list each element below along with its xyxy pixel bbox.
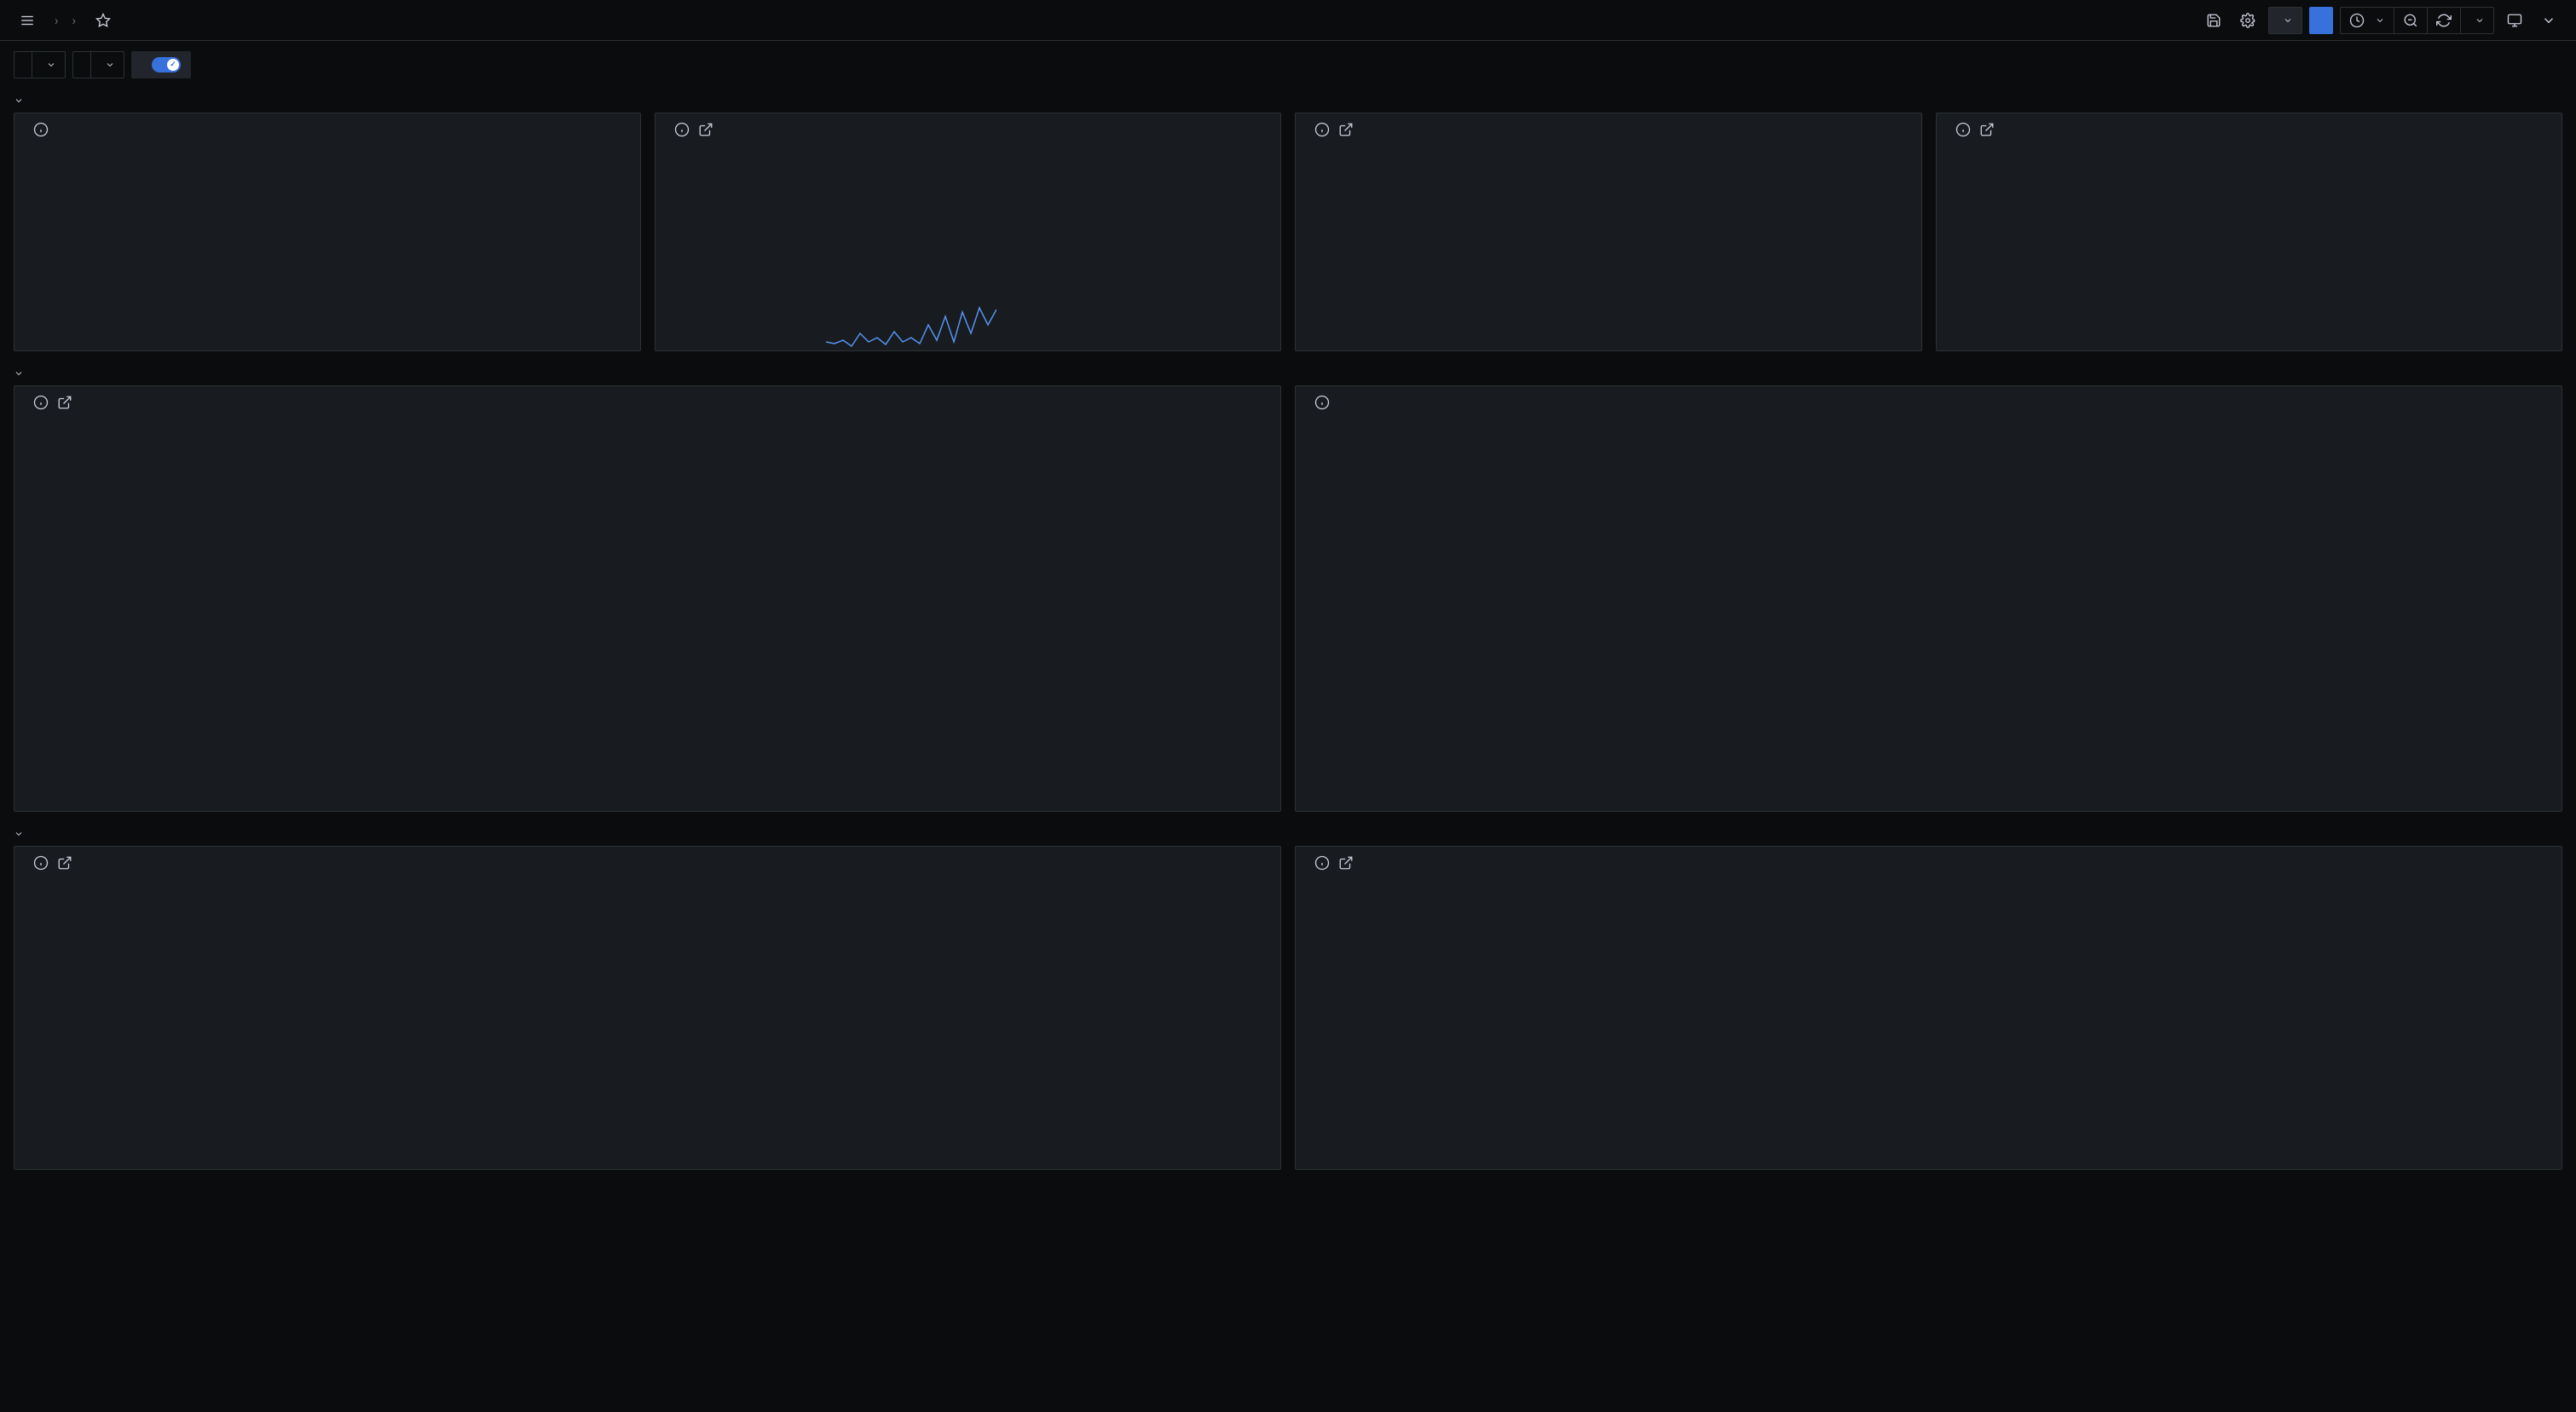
external-link-icon[interactable] bbox=[1338, 855, 1354, 871]
legend-header-max[interactable] bbox=[648, 804, 964, 811]
legend-table bbox=[14, 804, 1280, 811]
legend-header-name[interactable] bbox=[1296, 804, 1549, 811]
legend-header-min[interactable] bbox=[2308, 804, 2562, 811]
external-link-icon[interactable] bbox=[1338, 122, 1354, 137]
chart-thread-activity[interactable] bbox=[1337, 422, 2555, 801]
zoom-out-icon bbox=[2403, 13, 2418, 28]
save-dashboard-button[interactable] bbox=[2200, 7, 2227, 34]
row-collapse-table-locks[interactable] bbox=[14, 822, 2562, 846]
settings-button[interactable] bbox=[2234, 7, 2261, 34]
monitor-icon bbox=[2507, 13, 2522, 28]
chart-questions[interactable] bbox=[55, 882, 1274, 1166]
info-icon[interactable] bbox=[674, 122, 690, 137]
chevron-down-icon bbox=[105, 60, 115, 70]
panel-current-qps bbox=[655, 113, 1282, 351]
panel-mysql-uptime bbox=[14, 113, 641, 351]
expand-button[interactable] bbox=[2535, 7, 2562, 34]
host-picker[interactable] bbox=[72, 51, 124, 78]
legend-header-last[interactable] bbox=[1802, 804, 2055, 811]
row-collapse-connections[interactable] bbox=[14, 362, 2562, 385]
annotations-toggle-row bbox=[131, 51, 191, 78]
interval-label bbox=[14, 52, 32, 78]
time-picker bbox=[2340, 7, 2494, 34]
external-link-icon[interactable] bbox=[1979, 122, 1995, 137]
legend-header-mean[interactable] bbox=[1612, 1162, 1928, 1169]
legend-header-mean[interactable] bbox=[331, 804, 647, 811]
external-link-icon[interactable] bbox=[698, 122, 713, 137]
star-icon bbox=[95, 13, 111, 28]
info-icon[interactable] bbox=[1314, 122, 1330, 137]
tv-mode-button[interactable] bbox=[2501, 7, 2528, 34]
panel-innodb-buffer-pool-size bbox=[1295, 113, 1922, 351]
info-icon[interactable] bbox=[33, 395, 49, 410]
variable-toolbar bbox=[0, 41, 2576, 89]
external-link-icon[interactable] bbox=[57, 855, 72, 871]
legend-header-min[interactable] bbox=[2245, 1162, 2562, 1169]
info-icon[interactable] bbox=[1314, 855, 1330, 871]
legend-header-min[interactable] bbox=[964, 804, 1280, 811]
top-nav-bar: › › bbox=[0, 0, 2576, 41]
legend-table bbox=[1296, 804, 2562, 811]
chevron-down-icon bbox=[14, 368, 24, 379]
panel-mysql-thread-cache bbox=[1295, 846, 2562, 1170]
refresh-icon bbox=[2436, 13, 2452, 28]
chart-connections[interactable] bbox=[55, 422, 1274, 801]
refresh-button[interactable] bbox=[2428, 8, 2461, 33]
add-button[interactable] bbox=[2268, 7, 2302, 34]
legend-header-max[interactable] bbox=[2055, 804, 2308, 811]
sparkline bbox=[656, 299, 996, 350]
zoom-out-button[interactable] bbox=[2394, 8, 2428, 33]
info-icon[interactable] bbox=[1955, 122, 1971, 137]
share-button[interactable] bbox=[2309, 7, 2333, 34]
external-link-icon[interactable] bbox=[57, 395, 72, 410]
legend-table bbox=[1296, 1162, 2562, 1169]
panel-mysql-questions bbox=[14, 846, 1281, 1170]
chevron-down-icon bbox=[46, 60, 56, 70]
chevron-down-icon bbox=[2375, 15, 2385, 26]
info-icon[interactable] bbox=[33, 122, 49, 137]
chevron-down-icon bbox=[2475, 15, 2485, 26]
legend-header-max[interactable] bbox=[1929, 1162, 2245, 1169]
chevron-down-icon bbox=[2541, 13, 2556, 28]
legend-header-name[interactable] bbox=[14, 804, 331, 811]
breadcrumb-sep: › bbox=[72, 13, 77, 28]
chevron-down-icon bbox=[14, 829, 24, 839]
chart-thread-cCache[interactable] bbox=[1337, 882, 2555, 1159]
breadcrumb-sep: › bbox=[55, 13, 59, 28]
legend-header-name[interactable] bbox=[1296, 1162, 1612, 1169]
breadcrumb: › › bbox=[48, 13, 83, 28]
info-icon[interactable] bbox=[33, 855, 49, 871]
star-dashboard-button[interactable] bbox=[90, 7, 117, 34]
panel-mysql-connections bbox=[14, 385, 1281, 812]
time-range-button[interactable] bbox=[2341, 8, 2394, 33]
host-label bbox=[73, 52, 91, 78]
legend-header-mean[interactable] bbox=[1549, 804, 1802, 811]
hamburger-icon bbox=[20, 13, 35, 28]
save-icon bbox=[2206, 13, 2221, 28]
interval-picker[interactable] bbox=[14, 51, 66, 78]
info-icon[interactable] bbox=[1314, 395, 1330, 410]
annotations-switch[interactable] bbox=[152, 57, 181, 72]
panel-buffer-pool-ram bbox=[1936, 113, 2563, 351]
clock-icon bbox=[2349, 13, 2365, 28]
chevron-down-icon bbox=[14, 95, 24, 106]
chevron-down-icon bbox=[2283, 15, 2293, 26]
gear-icon bbox=[2240, 13, 2255, 28]
refresh-interval-button[interactable] bbox=[2461, 8, 2493, 33]
row-collapse-unnamed[interactable] bbox=[14, 89, 2562, 113]
panel-mysql-client-thread-activity bbox=[1295, 385, 2562, 812]
menu-toggle-button[interactable] bbox=[14, 7, 41, 34]
